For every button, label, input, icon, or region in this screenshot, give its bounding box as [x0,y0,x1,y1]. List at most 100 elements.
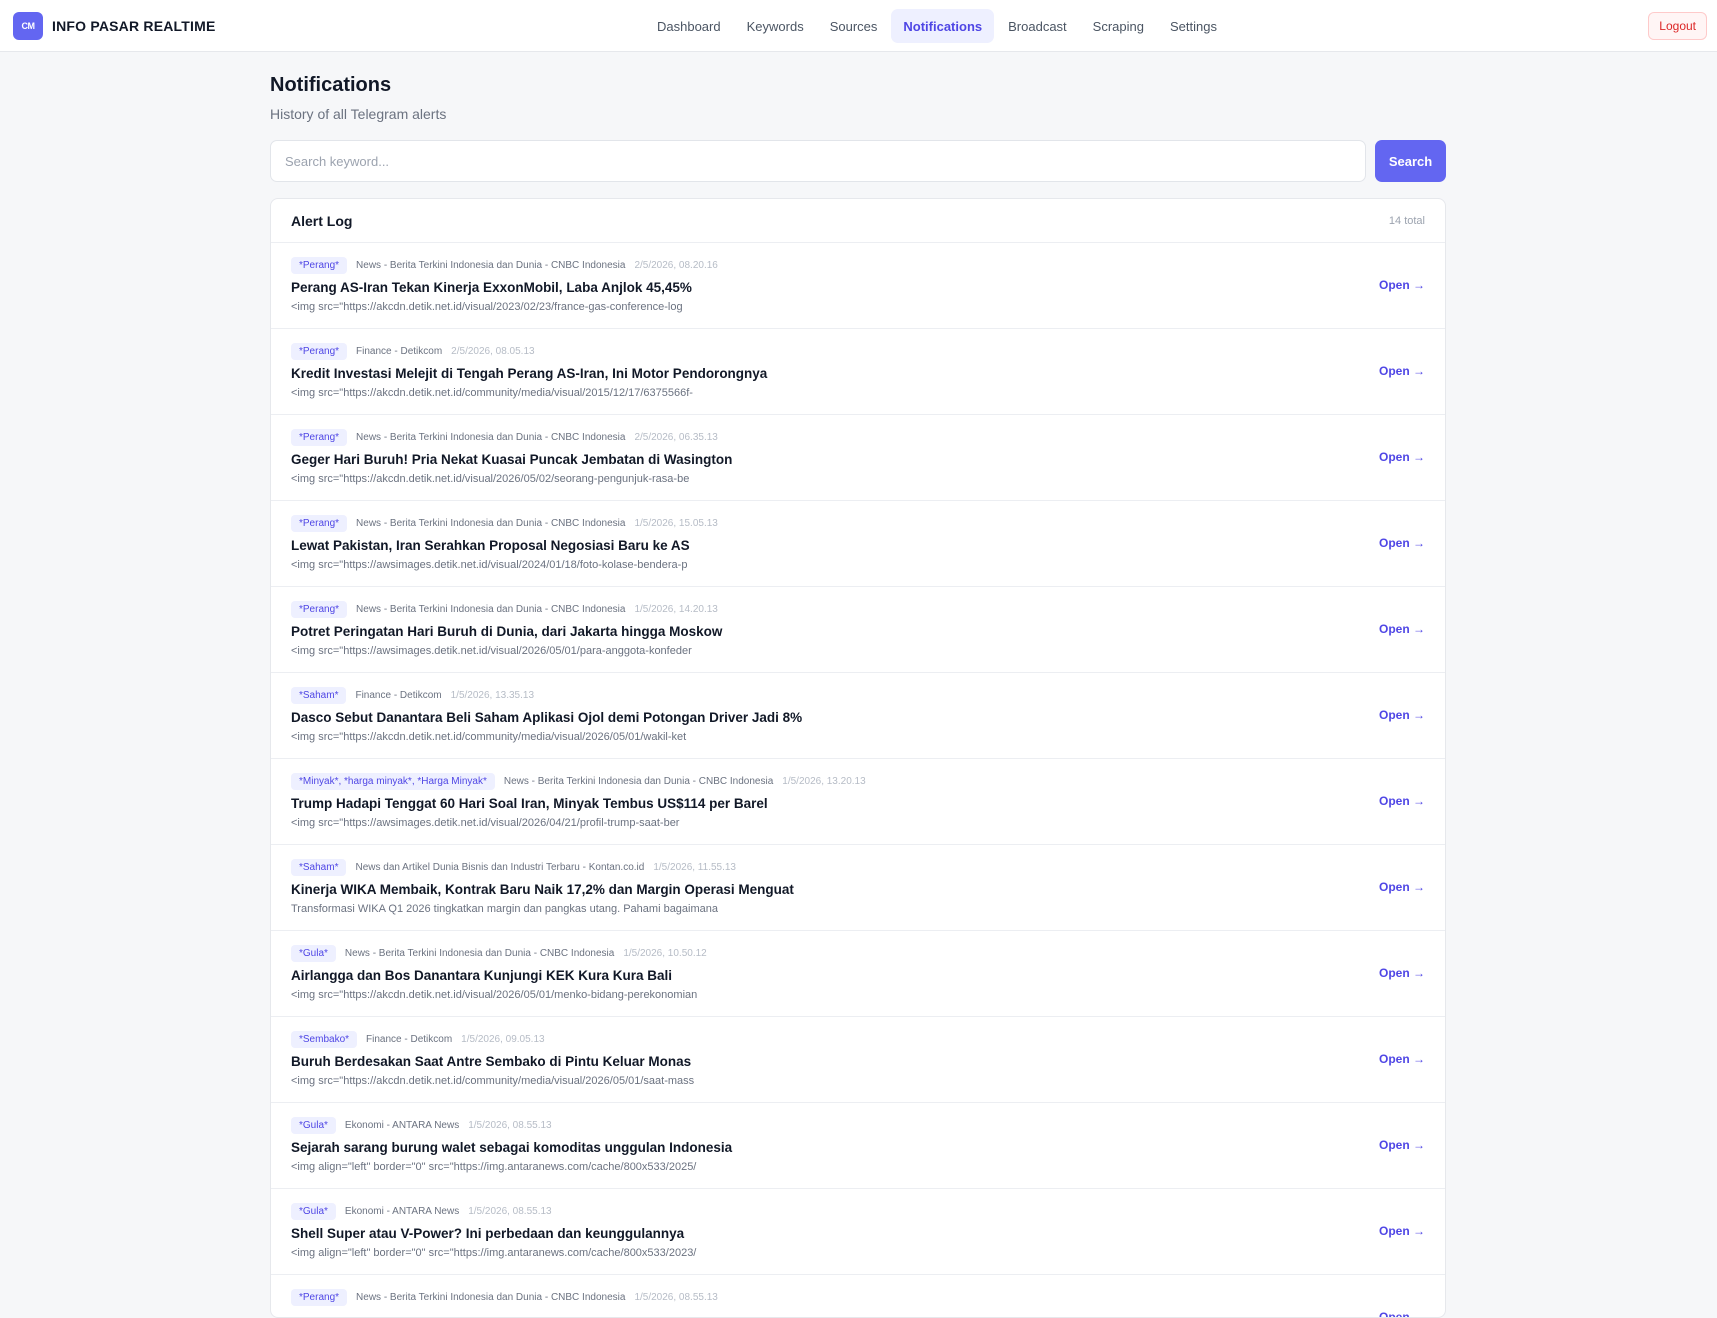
open-link[interactable]: Open → [1379,278,1425,292]
alert-timestamp: 1/5/2026, 10.50.12 [623,947,707,959]
alert-title: Airlangga dan Bos Danantara Kunjungi KEK… [291,968,673,983]
alert-timestamp: 2/5/2026, 06.35.13 [634,431,718,443]
alert-source: Finance - Detikcom [366,1033,453,1045]
logout-button[interactable]: Logout [1648,12,1707,40]
alert-title: Dasco Sebut Danantara Beli Saham Aplikas… [291,710,803,725]
alert-meta: *Minyak*, *harga minyak*, *Harga Minyak*… [291,772,1425,790]
alert-title: Buruh Berdesakan Saat Antre Sembako di P… [291,1054,692,1069]
alert-snippet: <img src="https://awsimages.detik.net.id… [291,817,680,829]
alert-source: News - Berita Terkini Indonesia dan Duni… [503,775,774,787]
open-link[interactable]: Open → [1379,1310,1425,1317]
open-link[interactable]: Open → [1379,1052,1425,1066]
alert-meta: *Saham* News dan Artikel Dunia Bisnis dan… [291,858,1425,876]
alert-log-title: Alert Log [291,212,353,229]
alert-source: News - Berita Terkini Indonesia dan Duni… [356,259,626,271]
alert-title: Sejarah sarang burung walet sebagai komo… [291,1140,733,1155]
alert-timestamp: 2/5/2026, 08.05.13 [451,345,535,357]
alert-meta: *Gula* Ekonomi - ANTARA News 1/5/2026, 08.… [291,1202,1425,1220]
keyword-tag: *Perang* [291,342,348,360]
alert-timestamp: 1/5/2026, 08.55.13 [468,1119,552,1131]
alert-row: *Perang* News - Berita Terkini Indonesia … [271,243,1445,329]
alert-title: Trump Hadapi Tenggat 60 Hari Soal Iran, … [291,796,768,811]
alert-snippet: <img align="left" border="0" src="https:… [291,1247,697,1259]
alert-snippet: <img src="https://akcdn.detik.net.id/vis… [291,989,698,1001]
alert-row: *Sembako* Finance - Detikcom 1/5/2026, 09.… [271,1017,1445,1103]
alert-title: Lewat Pakistan, Iran Serahkan Proposal N… [291,538,690,553]
search-input[interactable] [270,140,1367,182]
alert-log-card: Alert Log 14 total *Perang* News - Berita… [270,198,1446,1318]
keyword-tag: *Saham* [291,858,347,876]
alert-timestamp: 1/5/2026, 09.05.13 [461,1033,545,1045]
alert-source: News dan Artikel Dunia Bisnis dan Indust… [355,861,645,873]
nav-item-dashboard[interactable]: Dashboard [645,9,733,43]
alert-source: Ekonomi - ANTARA News [344,1119,460,1131]
alert-meta: *Perang* Finance - Detikcom 2/5/2026, 08.0… [291,342,1425,360]
alert-row: *Gula* News - Berita Terkini Indonesia da… [271,931,1445,1017]
alert-snippet: <img src="https://awsimages.detik.net.id… [291,559,688,571]
nav-item-broadcast[interactable]: Broadcast [996,9,1079,43]
nav-item-sources[interactable]: Sources [818,9,890,43]
nav-item-settings[interactable]: Settings [1158,9,1229,43]
brand-name: INFO PASAR REALTIME [52,18,216,34]
top-navbar: CM INFO PASAR REALTIME Dashboard Keywords… [0,0,1717,52]
open-link[interactable]: Open → [1379,1224,1425,1238]
alert-timestamp: 1/5/2026, 14.20.13 [634,603,718,615]
keyword-tag: *Perang* [291,428,348,446]
alert-meta: *Perang* News - Berita Terkini Indonesia … [291,428,1425,446]
open-link[interactable]: Open → [1379,622,1425,636]
alert-meta: *Perang* News - Berita Terkini Indonesia … [291,600,1425,618]
notifications-page: Notifications History of all Telegram al… [270,52,1446,1318]
alert-meta: *Perang* News - Berita Terkini Indonesia … [291,1288,1425,1306]
alert-title: Kredit Investasi Melejit di Tengah Peran… [291,366,768,381]
alert-row: *Minyak*, *harga minyak*, *Harga Minyak*… [271,759,1445,845]
keyword-tag: *Gula* [291,1202,336,1220]
open-link[interactable]: Open → [1379,880,1425,894]
alert-snippet: <img src="https://akcdn.detik.net.id/com… [291,731,687,743]
open-link[interactable]: Open → [1379,536,1425,550]
keyword-tag: *Perang* [291,600,348,618]
alert-title: Geger Hari Buruh! Pria Nekat Kuasai Punc… [291,452,733,467]
keyword-tag: *Minyak*, *harga minyak*, *Harga Minyak* [291,772,495,790]
alert-timestamp: 2/5/2026, 08.20.16 [634,259,718,271]
alert-log-header: Alert Log 14 total [271,199,1445,243]
alert-snippet: <img src="https://akcdn.detik.net.id/vis… [291,473,690,485]
open-link[interactable]: Open → [1379,708,1425,722]
search-button[interactable]: Search [1375,140,1446,182]
keyword-tag: *Perang* [291,256,348,274]
alert-timestamp: 1/5/2026, 13.20.13 [782,775,866,787]
open-link[interactable]: Open → [1379,966,1425,980]
alert-title: Shell Super atau V-Power? Ini perbedaan … [291,1226,685,1241]
open-link[interactable]: Open → [1379,1138,1425,1152]
alert-snippet: <img src="https://awsimages.detik.net.id… [291,645,692,657]
brand[interactable]: CM INFO PASAR REALTIME [13,12,216,40]
alert-title: Perang AS-Iran Tekan Kinerja ExxonMobil,… [291,280,692,295]
nav-item-keywords[interactable]: Keywords [735,9,816,43]
alert-meta: *Sembako* Finance - Detikcom 1/5/2026, 09.… [291,1030,1425,1048]
nav-item-scraping[interactable]: Scraping [1081,9,1156,43]
alert-row: *Perang* Finance - Detikcom 2/5/2026, 08.0… [271,329,1445,415]
alert-row: *Perang* News - Berita Terkini Indonesia … [271,587,1445,673]
alert-meta: *Perang* News - Berita Terkini Indonesia … [291,256,1425,274]
alert-title: Potret Peringatan Hari Buruh di Dunia, d… [291,624,723,639]
keyword-tag: *Gula* [291,944,336,962]
open-link[interactable]: Open → [1379,450,1425,464]
open-link[interactable]: Open → [1379,794,1425,808]
alert-timestamp: 1/5/2026, 13.35.13 [450,689,535,701]
alert-row: *Perang* News - Berita Terkini Indonesia … [271,415,1445,501]
alert-source: News - Berita Terkini Indonesia dan Duni… [344,947,615,959]
alert-timestamp: 1/5/2026, 15.05.13 [634,517,718,529]
search-bar: Search [270,140,1446,182]
alert-timestamp: 1/5/2026, 11.55.13 [653,861,736,873]
nav-item-notifications[interactable]: Notifications [891,9,995,43]
main-nav: Dashboard Keywords Sources Notifications Bro… [645,9,1231,43]
keyword-tag: *Sembako* [291,1030,358,1048]
alert-source: News - Berita Terkini Indonesia dan Duni… [356,603,626,615]
alert-row: *Perang* News - Berita Terkini Indonesia … [271,501,1445,587]
open-link[interactable]: Open → [1379,364,1425,378]
keyword-tag: *Perang* [291,514,348,532]
alert-log-count: 14 total [1388,214,1425,227]
keyword-tag: *Saham* [291,686,347,704]
alert-source: Ekonomi - ANTARA News [344,1205,460,1217]
alert-row: *Gula* Ekonomi - ANTARA News 1/5/2026, 08.… [271,1103,1445,1189]
alert-snippet: <img src="https://akcdn.detik.net.id/vis… [291,301,683,313]
